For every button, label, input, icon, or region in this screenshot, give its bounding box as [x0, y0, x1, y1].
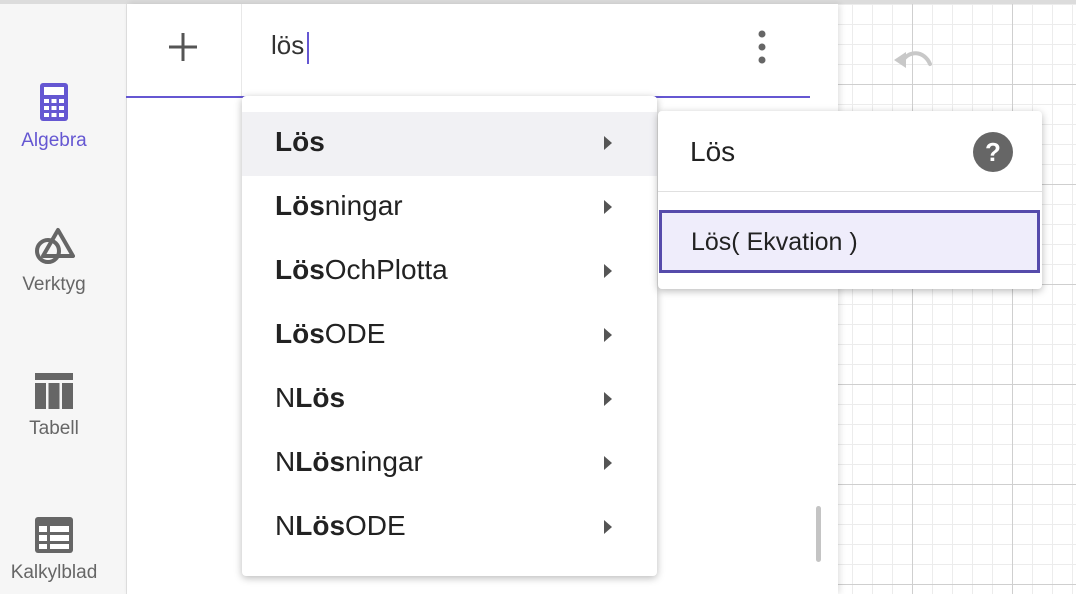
shapes-tool-icon	[35, 228, 75, 264]
suggestion-label: NLös	[275, 382, 346, 413]
more-options-icon[interactable]	[748, 28, 776, 68]
sidebar-item-kalkylblad[interactable]: Kalkylblad	[0, 516, 108, 584]
text-caret	[307, 32, 309, 64]
scrollbar-thumb[interactable]	[816, 506, 821, 562]
algebra-input-field[interactable]: lös	[271, 30, 304, 61]
svg-text:?: ?	[985, 137, 1001, 167]
suggestion-item[interactable]: LösOchPlotta	[242, 240, 657, 304]
command-help-popup: Lös ? Lös( Ekvation )	[658, 111, 1042, 289]
suggestion-label: NLösningar	[275, 446, 423, 477]
help-title: Lös	[690, 136, 736, 167]
submenu-arrow-icon	[604, 392, 612, 406]
suggestion-item[interactable]: NLösODE	[242, 496, 657, 560]
undo-icon[interactable]	[890, 44, 938, 74]
left-toolbar: Algebra Verktyg Tabell Kalkylblad	[0, 4, 127, 594]
submenu-arrow-icon	[604, 136, 612, 150]
sidebar-item-label: Verktyg	[22, 274, 86, 295]
suggestion-item[interactable]: NLös	[242, 368, 657, 432]
graphics-view[interactable]	[838, 0, 1076, 594]
suggestion-item[interactable]: LösODE	[242, 304, 657, 368]
sidebar-item-tabell[interactable]: Tabell	[0, 372, 108, 440]
syntax-label: Lös( Ekvation )	[691, 228, 858, 256]
suggestion-label: LösOchPlotta	[275, 254, 448, 285]
submenu-arrow-icon	[604, 264, 612, 278]
sidebar-item-label: Algebra	[21, 130, 87, 151]
suggestion-label: Lös	[275, 126, 325, 157]
table-icon	[35, 373, 73, 409]
help-icon[interactable]: ?	[972, 131, 1014, 173]
spreadsheet-icon	[35, 517, 73, 553]
algebra-input-row[interactable]	[241, 4, 812, 96]
divider	[658, 191, 1042, 192]
submenu-arrow-icon	[604, 328, 612, 342]
suggestion-item[interactable]: Lösningar	[242, 176, 657, 240]
syntax-suggestion[interactable]: Lös( Ekvation )	[659, 210, 1040, 273]
calculator-icon	[40, 83, 68, 121]
suggestion-label: Lösningar	[275, 190, 403, 221]
suggestion-item[interactable]: NLösningar	[242, 432, 657, 496]
submenu-arrow-icon	[604, 520, 612, 534]
autocomplete-suggestions: Lös Lösningar LösOchPlotta LösODE NLös N…	[242, 96, 657, 576]
suggestion-item[interactable]: Lös	[242, 112, 657, 176]
sidebar-item-algebra[interactable]: Algebra	[0, 82, 108, 152]
add-input-button[interactable]	[166, 30, 200, 64]
suggestion-label: NLösODE	[275, 510, 406, 541]
suggestion-label: LösODE	[275, 318, 386, 349]
submenu-arrow-icon	[604, 200, 612, 214]
sidebar-item-label: Tabell	[29, 418, 79, 439]
sidebar-item-verktyg[interactable]: Verktyg	[0, 226, 108, 296]
submenu-arrow-icon	[604, 456, 612, 470]
sidebar-item-label: Kalkylblad	[10, 562, 98, 583]
